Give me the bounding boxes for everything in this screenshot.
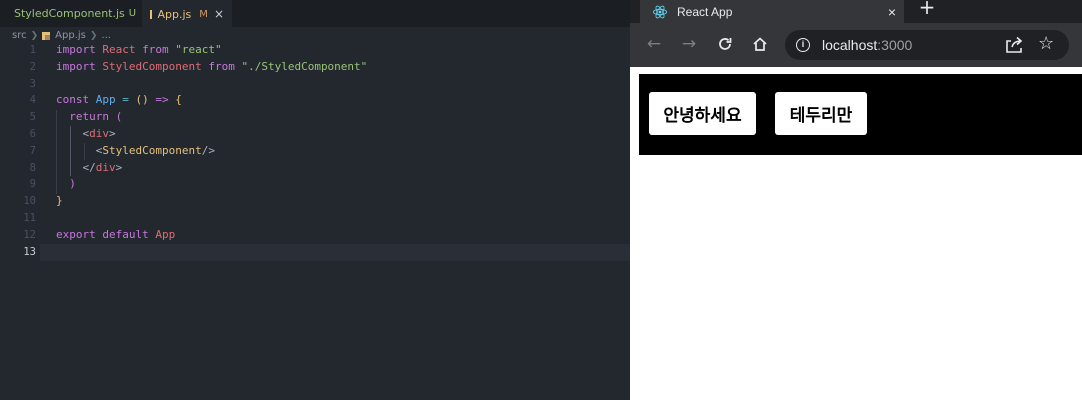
browser-toolbar: ← → i localhost:3000 ☆ [630, 23, 1082, 67]
border-only-button[interactable]: 테두리만 [775, 92, 867, 135]
browser-tab-title: React App [677, 4, 733, 19]
code-line: export default App [56, 227, 176, 241]
browser-tab-strip: React App × + [630, 0, 1082, 23]
line-number: 11 [23, 211, 36, 224]
forward-arrow-icon[interactable]: → [678, 33, 700, 55]
line-number: 9 [29, 178, 36, 191]
code-line: <StyledComponent/> [95, 143, 215, 157]
code-line: <div> [82, 126, 116, 140]
tab-styledcomponent-js[interactable]: StyledComponent.js U [0, 0, 142, 27]
new-tab-button[interactable]: + [916, 0, 938, 20]
home-icon[interactable] [749, 33, 771, 55]
address-bar[interactable]: i localhost:3000 ☆ [785, 30, 1069, 60]
code-area[interactable]: import React from "react" import StyledC… [56, 42, 630, 260]
close-icon[interactable]: × [214, 7, 224, 21]
chevron-right-icon: ❯ [89, 30, 98, 41]
line-number: 2 [29, 60, 36, 73]
js-file-icon [150, 9, 157, 19]
git-status-badge: U [128, 8, 137, 19]
tab-label: StyledComponent.js [14, 7, 125, 20]
line-number: 8 [29, 161, 36, 174]
reload-icon-glyph [719, 38, 732, 50]
line-number: 4 [29, 94, 36, 107]
code-line: import StyledComponent from "./StyledCom… [56, 59, 368, 73]
reload-icon[interactable] [714, 33, 736, 55]
breadcrumb-file[interactable]: App.js [55, 30, 86, 41]
code-line-current [56, 244, 630, 261]
breadcrumb-symbols[interactable]: ... [101, 30, 111, 41]
styled-container: 안녕하세요 테두리만 [639, 74, 1082, 155]
close-icon[interactable]: × [880, 4, 904, 20]
code-line: const App = () => { [56, 93, 182, 107]
home-icon-glyph [753, 37, 767, 51]
page-viewport: 안녕하세요 테두리만 [630, 67, 1082, 400]
bookmark-star-icon[interactable]: ☆ [1038, 33, 1054, 55]
line-number-current: 13 [23, 245, 36, 258]
greeting-button[interactable]: 안녕하세요 [649, 92, 756, 135]
line-number: 7 [29, 144, 36, 157]
js-file-icon [42, 31, 51, 40]
site-info-icon[interactable]: i [796, 38, 810, 52]
line-number-gutter: 1 2 3 4 5 6 7 8 9 10 11 12 13 [0, 42, 40, 260]
browser-window: React App × + ← → i localhost:3000 ☆ 안녕하… [630, 0, 1082, 400]
line-number: 12 [23, 228, 36, 241]
code-line: return ( [69, 110, 123, 124]
code-line: import React from "react" [56, 43, 222, 56]
tab-app-js[interactable]: App.js M × [142, 0, 232, 27]
line-number: 3 [29, 77, 36, 90]
react-logo-icon [652, 5, 668, 18]
editor-tab-bar: StyledComponent.js U App.js M × [0, 0, 630, 27]
code-editor: StyledComponent.js U App.js M × src ❯ Ap… [0, 0, 630, 400]
line-number: 10 [23, 195, 36, 208]
url-text: localhost:3000 [822, 37, 913, 53]
git-status-badge: M [199, 8, 208, 20]
line-number: 1 [29, 44, 36, 56]
tab-label: App.js [157, 7, 192, 21]
chevron-right-icon: ❯ [30, 30, 39, 41]
breadcrumb-folder[interactable]: src [12, 30, 27, 41]
back-arrow-icon[interactable]: ← [643, 33, 665, 55]
share-icon[interactable] [1004, 36, 1024, 54]
line-number: 6 [29, 127, 36, 140]
code-line: } [56, 194, 63, 208]
browser-tab-react-app[interactable]: React App × [640, 0, 904, 23]
code-line: ) [69, 177, 76, 191]
code-line: </div> [82, 160, 123, 174]
line-number: 5 [29, 111, 36, 124]
